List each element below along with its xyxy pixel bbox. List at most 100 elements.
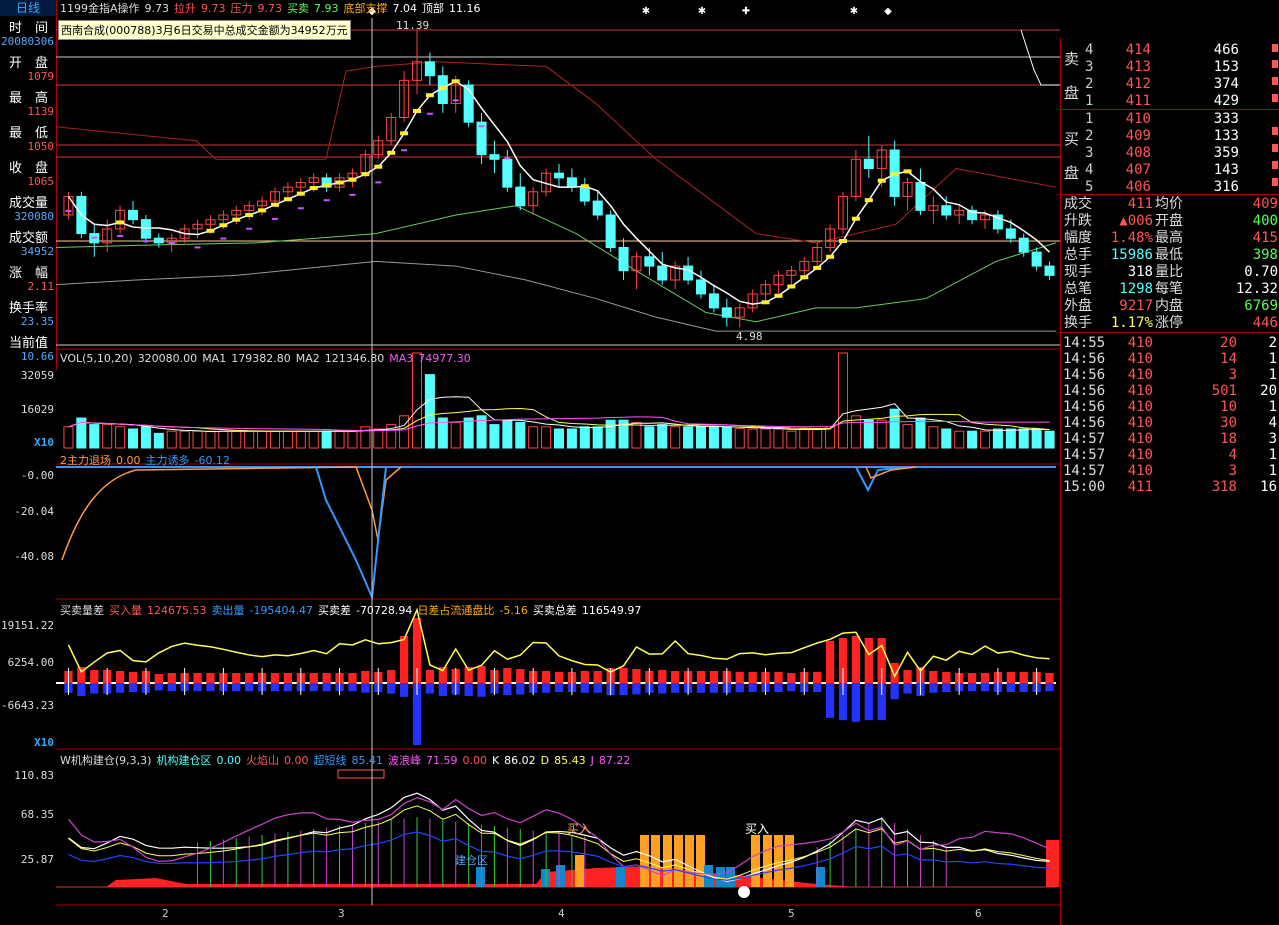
trade-axis-top: 19151.22	[1, 619, 54, 632]
stats-row[interactable]: 总笔 1298 每笔 12.32	[1061, 281, 1279, 298]
buy-volume-bar	[399, 636, 409, 683]
tick-row[interactable]: 14:56 410 501 20	[1061, 383, 1279, 400]
buy-volume-bar	[270, 673, 280, 683]
volume-bar	[528, 426, 539, 449]
buy-volume-bar	[787, 673, 796, 683]
tick-price: 410	[1127, 447, 1153, 463]
sell-volume-bar	[309, 683, 318, 692]
left-label-0: 时 间	[9, 21, 49, 36]
stat-value: 1298	[1119, 281, 1153, 297]
buy-volume-bar	[735, 671, 744, 683]
buy-volume-bar	[813, 672, 822, 683]
buy-volume-bar	[942, 672, 951, 683]
volume-bar	[115, 426, 126, 449]
buy-level-row[interactable]: 1 410 333	[1061, 111, 1279, 128]
stats-row[interactable]: 外盘 9217 内盘 6769	[1061, 298, 1279, 315]
institution-build-bar	[774, 835, 783, 887]
volume-bar	[553, 428, 565, 449]
main_header-item-8: 底部支撑	[343, 2, 388, 15]
tick-row[interactable]: 14:56 410 30 4	[1061, 415, 1279, 432]
buy-volume-bar	[361, 671, 370, 683]
inst_header-item-8: 71.59	[425, 754, 458, 767]
sell-volume-bar	[348, 683, 357, 692]
trade_header-item-2: 124675.53	[147, 604, 207, 617]
tick-volume: 18	[1220, 431, 1237, 447]
tick-row[interactable]: 14:56 410 10 1	[1061, 399, 1279, 416]
institution-build-bar	[763, 835, 772, 887]
buy-level-row[interactable]: 5 406 316	[1061, 179, 1279, 196]
stats-row[interactable]: 成交 411 均价 409	[1061, 196, 1279, 213]
level-volume: 153	[1213, 59, 1239, 75]
buy-volume-bar	[1019, 672, 1028, 683]
buy-volume-bar	[232, 673, 241, 683]
cap-axis-top: -0.00	[20, 469, 54, 482]
tick-time: 14:57	[1063, 431, 1106, 447]
level-volume: 359	[1213, 145, 1239, 161]
inst_header-item-10: K	[491, 754, 500, 767]
left-label-3: 最 低	[9, 126, 49, 141]
stats-row[interactable]: 幅度 1.48% 最高 415	[1061, 230, 1279, 247]
volume-bar	[657, 424, 668, 449]
support-marker	[375, 181, 382, 184]
stats-row[interactable]: 换手 1.17% 涨停 446	[1061, 315, 1279, 332]
trade_header-item-9: 买卖总差	[532, 604, 577, 617]
trend-marker	[116, 220, 125, 225]
capital_header-item-3: -60.12	[194, 454, 230, 467]
level-num: 2	[1085, 128, 1094, 144]
tick-row[interactable]: 14:57 410 4 1	[1061, 447, 1279, 464]
resistance-line	[56, 61, 1057, 244]
volume-bar	[373, 428, 384, 449]
inst_header-item-11: 86.02	[504, 754, 536, 767]
buy-level-row[interactable]: 2 409 133	[1061, 128, 1279, 145]
period-tab-daily[interactable]: 日线	[0, 0, 56, 16]
left-label-2: 最 高	[9, 91, 49, 106]
sell-level-row[interactable]: 1 411 429	[1061, 93, 1279, 110]
tick-row[interactable]: 14:57 410 3 1	[1061, 463, 1279, 480]
left-value-9: 10.66	[20, 350, 54, 363]
tick-volume: 20	[1220, 335, 1237, 351]
tick-count: 1	[1268, 351, 1277, 367]
sell-level-row[interactable]: 2 412 374	[1061, 76, 1279, 93]
sell-volume-bar	[541, 683, 551, 693]
inst-axis-low: 25.87	[20, 853, 54, 866]
sell-level-row[interactable]: 4 414 466	[1061, 42, 1279, 59]
trend-marker	[400, 131, 409, 136]
sell-volume-bar	[154, 683, 163, 691]
sell-volume-bar	[77, 683, 86, 696]
tick-row[interactable]: 14:56 410 14 1	[1061, 351, 1279, 368]
volume-bar	[321, 430, 332, 449]
level-price: 414	[1125, 42, 1151, 58]
tick-row[interactable]: 14:56 410 3 1	[1061, 367, 1279, 384]
level-num: 3	[1085, 145, 1094, 161]
support-marker	[194, 246, 201, 249]
tick-row[interactable]: 14:57 410 18 3	[1061, 431, 1279, 448]
stats-row[interactable]: 总手 15986 最低 398	[1061, 247, 1279, 264]
stats-row[interactable]: 现手 318 量比 0.70	[1061, 264, 1279, 281]
trend-marker	[761, 300, 770, 305]
sell-level-row[interactable]: 3 413 153	[1061, 59, 1279, 76]
level-num: 3	[1085, 59, 1094, 75]
volume-bar	[89, 424, 100, 449]
volume-bar	[773, 428, 784, 449]
sell-volume-bar	[593, 683, 602, 693]
buy-volume-bar	[154, 674, 163, 683]
volume-bar	[192, 430, 203, 449]
sell-volume-bar	[206, 683, 215, 692]
volume-bar	[347, 430, 358, 449]
trade_header-item-6: -70728.94	[355, 604, 413, 617]
tick-row[interactable]: 14:55 410 20 2	[1061, 335, 1279, 352]
left-label-9: 当前值	[9, 336, 49, 351]
x-tick-4: 4	[558, 907, 565, 920]
stats-row[interactable]: 升跌 ▲006 开盘 400	[1061, 213, 1279, 230]
buy-level-row[interactable]: 3 408 359	[1061, 145, 1279, 162]
tick-row[interactable]: 15:00 411 318 16	[1061, 479, 1279, 496]
tick-price: 410	[1127, 415, 1153, 431]
trade_header-item-8: -5.16	[499, 604, 528, 617]
volume-bar	[1005, 428, 1016, 449]
buy-level-row[interactable]: 4 407 143	[1061, 162, 1279, 179]
capital_header-item-2: 主力诱多	[145, 454, 190, 467]
buy-volume-bar	[580, 671, 589, 683]
trend-marker	[451, 79, 460, 84]
tick-volume: 14	[1220, 351, 1237, 367]
inst_header-item-1: 机构建仓区	[156, 754, 212, 767]
